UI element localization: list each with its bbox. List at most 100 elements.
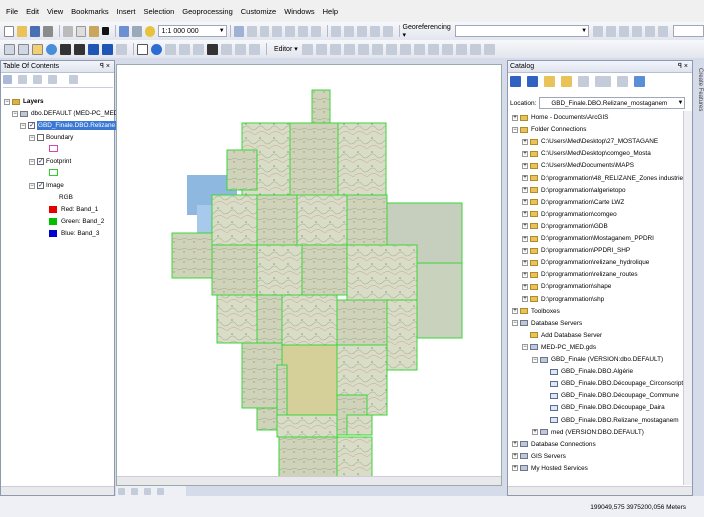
edit-tool-icon[interactable]	[427, 43, 439, 55]
location-combo[interactable]: GBD_Finale.DBO.Relizane_mostaganem ▼	[539, 97, 686, 109]
pan-icon[interactable]	[32, 43, 43, 55]
edit-tool-icon[interactable]	[413, 43, 425, 55]
editor-menu[interactable]: Editor ▾	[274, 45, 298, 53]
model-builder-icon[interactable]	[311, 25, 322, 37]
georeferencing-menu[interactable]: Georeferencing ▾	[403, 24, 451, 39]
catalog-item[interactable]: + My Hosted Services	[512, 464, 588, 473]
menu-windows[interactable]: Windows	[284, 7, 314, 16]
edit-tool-icon[interactable]	[399, 43, 411, 55]
forward-icon[interactable]	[527, 76, 538, 87]
python-window-icon[interactable]	[298, 25, 309, 37]
catalog-item[interactable]: + D:\programmation\Mostaganem_PPDRI	[522, 234, 654, 243]
route-icon[interactable]	[221, 43, 232, 55]
zoom-in-icon[interactable]	[4, 43, 15, 55]
open-folder-icon[interactable]	[17, 25, 28, 37]
menu-file[interactable]: File	[6, 7, 18, 16]
menu-customize[interactable]: Customize	[241, 7, 276, 16]
print-icon[interactable]	[42, 25, 53, 37]
catalog-item[interactable]: + D:\programmation\relizane_hydrolique	[522, 258, 649, 267]
pin-icon[interactable]: ꟼ ×	[100, 62, 110, 70]
catalog-item[interactable]: + GIS Servers	[512, 452, 566, 461]
views-icon[interactable]	[595, 76, 611, 87]
image-node[interactable]: −Image	[29, 181, 64, 190]
home-icon[interactable]	[561, 76, 572, 87]
measure-icon[interactable]	[179, 43, 190, 55]
toggle-contents-icon[interactable]	[617, 76, 628, 87]
layout-view-icon[interactable]	[131, 487, 138, 495]
list-by-visibility-icon[interactable]	[33, 75, 42, 84]
catalog-item[interactable]: + Database Connections	[512, 440, 596, 449]
catalog-item[interactable]: +GBD_Finale.DBO.Algérie	[542, 367, 633, 376]
catalog-item[interactable]: + med (VERSION:DBO.DEFAULT)	[532, 428, 644, 437]
edit-tool-icon[interactable]	[357, 43, 369, 55]
cut-icon[interactable]	[62, 25, 73, 37]
back-extent-icon[interactable]	[88, 43, 99, 55]
add-data-icon[interactable]	[144, 25, 155, 37]
edit-tool-icon[interactable]	[441, 43, 453, 55]
data-view-icon[interactable]	[118, 487, 125, 495]
menu-bookmarks[interactable]: Bookmarks	[71, 7, 109, 16]
paste-icon[interactable]	[88, 25, 99, 37]
menu-selection[interactable]: Selection	[143, 7, 174, 16]
edit-tool-icon[interactable]	[329, 43, 341, 55]
refresh-icon[interactable]	[144, 487, 151, 495]
catalog-item[interactable]: +GBD_Finale.DBO.Découpage_Daira	[542, 403, 665, 412]
catalog-item[interactable]: + D:\programmation\48_RELIZANE_Zones indu…	[522, 174, 686, 183]
edit-tool-icon[interactable]	[385, 43, 397, 55]
list-by-drawing-order-icon[interactable]	[3, 75, 12, 84]
menu-help[interactable]: Help	[323, 7, 338, 16]
menu-geoprocessing[interactable]: Geoprocessing	[182, 7, 232, 16]
undo-icon[interactable]	[118, 25, 129, 37]
georef-tool-icon[interactable]	[593, 25, 604, 37]
editor-toolbar-icon[interactable]	[233, 25, 244, 37]
pin-icon[interactable]: ꟼ ×	[678, 62, 688, 70]
up-one-level-icon[interactable]	[544, 76, 555, 87]
catalog-item[interactable]: + D:\programmation\comgeo	[522, 210, 617, 219]
georef-layer-combo[interactable]: ▼	[455, 25, 590, 37]
toc-horizontal-scrollbar[interactable]	[1, 486, 114, 495]
catalog-item[interactable]: + Home - Documents\ArcGIS	[512, 113, 608, 122]
forward-extent-icon[interactable]	[102, 43, 113, 55]
edit-tool-icon[interactable]	[469, 43, 481, 55]
menu-insert[interactable]: Insert	[117, 7, 136, 16]
catalog-item[interactable]: + Toolboxes	[512, 307, 560, 316]
create-features-tab[interactable]: Create Features	[694, 64, 704, 494]
table-of-contents-icon[interactable]	[246, 25, 257, 37]
delete-icon[interactable]	[101, 27, 109, 35]
georef-tool-icon[interactable]	[369, 25, 380, 37]
search-window-icon[interactable]	[272, 25, 283, 37]
menu-view[interactable]: View	[47, 7, 63, 16]
redo-icon[interactable]	[131, 25, 142, 37]
catalog-item[interactable]: − Database Servers	[512, 319, 582, 328]
time-slider-icon[interactable]	[235, 43, 246, 55]
edit-tool-icon[interactable]	[483, 43, 495, 55]
georef-tool-icon[interactable]	[606, 25, 616, 37]
catalog-item[interactable]: + C:\Users\Med\Desktop\27_MOSTAGANE	[522, 137, 658, 146]
catalog-item[interactable]: + D:\programmation\relizane_routes	[522, 270, 638, 279]
georef-tool-icon[interactable]	[356, 25, 367, 37]
pause-drawing-icon[interactable]	[157, 487, 164, 495]
catalog-item[interactable]: − Folder Connections	[512, 125, 586, 134]
georef-tool-icon[interactable]	[331, 25, 341, 37]
catalog-item[interactable]: + D:\programmation\algerietopo	[522, 186, 626, 195]
catalog-item[interactable]: +GBD_Finale.DBO.Découpage_Commune	[542, 391, 679, 400]
binoculars-icon[interactable]	[207, 43, 218, 55]
new-document-icon[interactable]	[4, 25, 15, 37]
boundary-node[interactable]: − Boundary	[29, 133, 73, 142]
edit-tool-icon[interactable]	[455, 43, 467, 55]
catalog-horizontal-scrollbar[interactable]	[508, 486, 692, 495]
fixed-zoom-in-icon[interactable]	[60, 43, 71, 55]
fixed-zoom-out-icon[interactable]	[74, 43, 85, 55]
map-view[interactable]	[116, 64, 502, 486]
catalog-item[interactable]: − GBD_Finale (VERSION:dbo.DEFAULT)	[532, 355, 663, 364]
georef-tool-icon[interactable]	[657, 25, 668, 37]
scale-combo[interactable]: 1:1 000 000 ▼	[157, 25, 227, 37]
edit-tool-icon[interactable]	[301, 43, 313, 55]
catalog-item[interactable]: + D:\programmation\Carte LWZ	[522, 198, 624, 207]
edit-tool-icon[interactable]	[371, 43, 383, 55]
arctoolbox-icon[interactable]	[285, 25, 296, 37]
catalog-item[interactable]: + C:\Users\Med\Documents\MAPS	[522, 161, 634, 170]
search-input[interactable]	[672, 25, 704, 37]
zoom-out-icon[interactable]	[18, 43, 29, 55]
full-extent-icon[interactable]	[46, 43, 57, 55]
